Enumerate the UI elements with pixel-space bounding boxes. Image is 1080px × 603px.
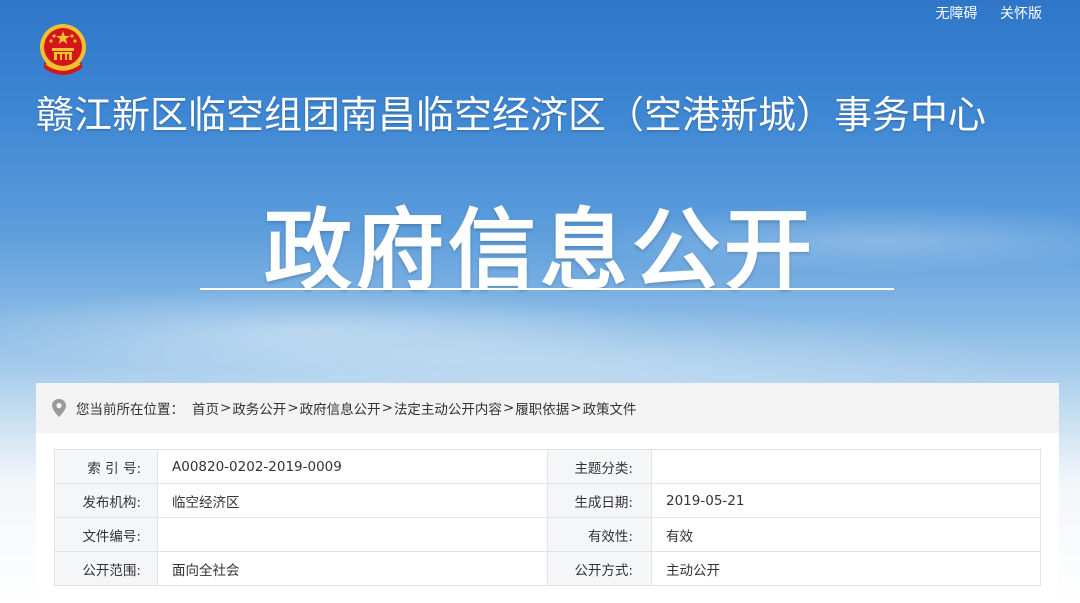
breadcrumb: 您当前所在位置： 首页 > 政务公开 > 政府信息公开 > 法定主动公开内容 >…	[36, 383, 1059, 433]
national-emblem-icon	[40, 24, 86, 75]
breadcrumb-statutory-content[interactable]: 法定主动公开内容	[394, 398, 502, 418]
index-number-label: 索 引 号:	[54, 449, 158, 484]
banner-underline	[200, 288, 894, 290]
created-date-value: 2019-05-21	[651, 483, 1041, 518]
accessibility-link[interactable]: 无障碍	[936, 6, 978, 22]
document-number-value	[157, 517, 548, 552]
topic-category-value	[651, 449, 1041, 484]
breadcrumb-separator: >	[287, 400, 299, 416]
content-panel: 您当前所在位置： 首页 > 政务公开 > 政府信息公开 > 法定主动公开内容 >…	[36, 383, 1059, 603]
created-date-label: 生成日期:	[547, 483, 652, 518]
location-pin-icon	[52, 399, 66, 417]
table-row: 发布机构: 临空经济区 生成日期: 2019-05-21	[54, 483, 1041, 518]
table-row: 文件编号: 有效性: 有效	[54, 517, 1041, 552]
document-number-label: 文件编号:	[54, 517, 158, 552]
breadcrumb-duty-basis[interactable]: 履职依据	[515, 398, 569, 418]
breadcrumb-separator: >	[502, 400, 515, 416]
publisher-value: 临空经济区	[157, 483, 548, 518]
disclosure-method-label: 公开方式:	[547, 551, 652, 586]
breadcrumb-separator: >	[220, 400, 232, 416]
disclosure-scope-value: 面向全社会	[157, 551, 548, 586]
breadcrumb-prefix: 您当前所在位置：	[76, 402, 184, 418]
validity-label: 有效性:	[547, 517, 652, 552]
validity-value: 有效	[651, 517, 1041, 552]
index-number-value: A00820-0202-2019-0009	[157, 449, 548, 484]
document-meta-table: 索 引 号: A00820-0202-2019-0009 主题分类: 发布机构:…	[54, 449, 1041, 586]
breadcrumb-policy-documents[interactable]: 政策文件	[583, 398, 637, 418]
disclosure-scope-label: 公开范围:	[54, 551, 158, 586]
table-row: 公开范围: 面向全社会 公开方式: 主动公开	[54, 551, 1041, 586]
disclosure-method-value: 主动公开	[651, 551, 1041, 586]
breadcrumb-separator: >	[381, 400, 393, 416]
breadcrumb-government-affairs[interactable]: 政务公开	[232, 398, 286, 418]
top-links: 无障碍 关怀版	[918, 3, 1042, 23]
breadcrumb-info-disclosure[interactable]: 政府信息公开	[300, 398, 381, 418]
publisher-label: 发布机构:	[54, 483, 158, 518]
care-mode-link[interactable]: 关怀版	[1000, 6, 1042, 22]
organization-title: 赣江新区临空组团南昌临空经济区（空港新城）事务中心	[36, 93, 987, 137]
breadcrumb-separator: >	[570, 400, 582, 416]
breadcrumb-home[interactable]: 首页	[192, 398, 219, 418]
table-row: 索 引 号: A00820-0202-2019-0009 主题分类:	[54, 449, 1041, 484]
topic-category-label: 主题分类:	[547, 449, 652, 484]
